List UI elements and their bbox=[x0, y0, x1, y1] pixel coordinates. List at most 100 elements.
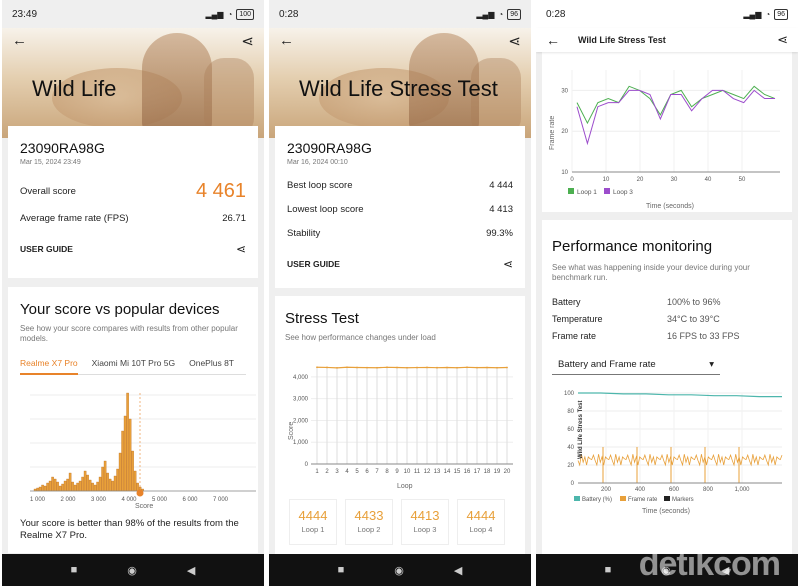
phone-screen-3: 0:28 ▂▄▆ ◔ 96 ← Wild Life Stress Test ⋖ 10… bbox=[536, 0, 798, 586]
performance-monitoring-card: Performance monitoring See what was happ… bbox=[542, 220, 792, 554]
stress-point bbox=[386, 366, 388, 369]
histogram-bar bbox=[81, 476, 84, 492]
recents-button[interactable]: ■ bbox=[338, 564, 345, 576]
legend-loop-3: Loop 3 bbox=[613, 189, 633, 196]
histogram-tick-label: 5 000 bbox=[152, 497, 168, 503]
metric-dropdown[interactable]: Battery and Frame rate ▾ bbox=[552, 355, 720, 375]
stress-point bbox=[486, 366, 488, 369]
compare-desc: See how your score compares with results… bbox=[20, 324, 238, 343]
user-guide-link[interactable]: USER GUIDE bbox=[287, 259, 340, 269]
back-arrow-icon[interactable]: ← bbox=[12, 32, 27, 50]
stress-x-tick: 2 bbox=[325, 469, 329, 475]
histogram-tick-label: 2 000 bbox=[61, 497, 77, 503]
back-arrow-icon[interactable]: ← bbox=[279, 32, 294, 50]
signal-icon: ▂▄▆ bbox=[476, 9, 495, 19]
histogram-tick-label: 6 000 bbox=[183, 497, 199, 503]
stress-x-tick: 17 bbox=[474, 469, 481, 475]
loop-box[interactable]: 4433 Loop 2 bbox=[345, 499, 393, 545]
share-icon[interactable]: ⋖ bbox=[508, 32, 521, 50]
histogram-bar bbox=[56, 481, 59, 492]
pm-title: Performance monitoring bbox=[552, 238, 713, 255]
stress-x-tick: 15 bbox=[454, 469, 461, 475]
back-button[interactable]: ◀ bbox=[454, 564, 462, 577]
histogram-bar bbox=[116, 468, 119, 492]
loop-label: Loop 2 bbox=[357, 525, 381, 534]
user-guide-link[interactable]: USER GUIDE bbox=[20, 244, 73, 254]
stress-point bbox=[316, 366, 318, 369]
tab-realme-x7-pro[interactable]: Realme X7 Pro bbox=[20, 358, 78, 375]
stress-x-tick: 6 bbox=[365, 469, 369, 475]
recents-button[interactable]: ■ bbox=[71, 564, 78, 576]
loop-box[interactable]: 4444 Loop 4 bbox=[457, 499, 505, 545]
stress-point bbox=[506, 366, 508, 369]
frame-rate-y-label: Frame rate bbox=[549, 116, 556, 150]
stress-point bbox=[346, 366, 348, 369]
stress-x-tick: 3 bbox=[335, 469, 339, 475]
loop-box[interactable]: 4413 Loop 3 bbox=[401, 499, 449, 545]
battery-icon: 96 bbox=[507, 8, 521, 20]
histogram-bar bbox=[71, 481, 74, 492]
time-x-label: Time (seconds) bbox=[642, 508, 690, 515]
battery-value: 100% to 96% bbox=[667, 297, 721, 307]
battery-label: Battery bbox=[552, 297, 581, 307]
home-button[interactable]: ◉ bbox=[394, 564, 404, 577]
share-icon[interactable]: ⋖ bbox=[236, 242, 246, 256]
loop-label: Loop 1 bbox=[301, 525, 325, 534]
device-name: 23090RA98G bbox=[287, 140, 372, 156]
bf-x-tick: 600 bbox=[669, 487, 680, 493]
histogram-tick-label: 7 000 bbox=[213, 497, 229, 503]
stress-point bbox=[446, 366, 448, 369]
bf-x-tick: 200 bbox=[601, 487, 612, 493]
back-button[interactable]: ◀ bbox=[187, 564, 195, 577]
stress-point bbox=[366, 366, 368, 369]
overall-score-label: Overall score bbox=[20, 186, 76, 197]
result-card: 23090RA98G Mar 15, 2024 23:49 Overall sc… bbox=[8, 126, 258, 278]
fr-x-tick: 0 bbox=[570, 177, 574, 183]
back-arrow-icon[interactable]: ← bbox=[546, 32, 560, 48]
share-icon[interactable]: ⋖ bbox=[241, 32, 254, 50]
histogram-bar bbox=[121, 430, 124, 492]
tab-xiaomi-mi-10t-pro[interactable]: Xiaomi Mi 10T Pro 5G bbox=[92, 358, 175, 368]
loop-label: Loop 3 bbox=[413, 525, 437, 534]
fps-label: Average frame rate (FPS) bbox=[20, 213, 129, 224]
bf-x-tick: 800 bbox=[703, 487, 714, 493]
app-bar: ← Wild Life Stress Test ⋖ bbox=[536, 28, 798, 52]
bf-y-tick: 80 bbox=[567, 409, 574, 415]
histogram-chart: 1 000 2 000 3 000 4 000 5 000 6 000 7 000 Scor… bbox=[30, 392, 256, 510]
stress-x-tick: 10 bbox=[404, 469, 411, 475]
histogram-tick-label: 3 000 bbox=[91, 497, 107, 503]
histogram-tick-label: 1 000 bbox=[30, 497, 46, 503]
wifi-icon: ◔ bbox=[498, 9, 504, 19]
share-icon[interactable]: ⋖ bbox=[503, 257, 513, 271]
share-icon[interactable]: ⋖ bbox=[777, 32, 788, 48]
loop-box[interactable]: 4444 Loop 1 bbox=[289, 499, 337, 545]
fr-x-tick: 20 bbox=[637, 177, 644, 183]
stress-x-tick: 9 bbox=[395, 469, 399, 475]
fr-y-tick: 20 bbox=[561, 129, 568, 135]
stress-point bbox=[396, 366, 398, 369]
histogram-bar bbox=[48, 480, 52, 492]
histogram-bar bbox=[88, 479, 92, 492]
histogram-bar bbox=[51, 476, 54, 492]
stress-score-line bbox=[316, 366, 508, 369]
frame-rate-label: Frame rate bbox=[552, 331, 597, 341]
legend-markers: Markers bbox=[672, 497, 694, 503]
stress-y-tick: 3,000 bbox=[293, 397, 309, 403]
system-nav-bar: ■ ◉ ◀ bbox=[269, 554, 531, 586]
histogram-bar bbox=[76, 482, 79, 492]
result-date: Mar 15, 2024 23:49 bbox=[20, 159, 81, 166]
compare-card: Your score vs popular devices See how yo… bbox=[8, 287, 258, 553]
histogram-bar bbox=[126, 392, 129, 492]
tab-oneplus-8t[interactable]: OnePlus 8T bbox=[189, 358, 234, 368]
recents-button[interactable]: ■ bbox=[605, 564, 612, 576]
stress-point bbox=[356, 366, 358, 369]
histogram-bar bbox=[98, 476, 102, 492]
histogram-bar bbox=[136, 482, 139, 492]
fr-x-tick: 30 bbox=[671, 177, 678, 183]
histogram-bar bbox=[61, 483, 64, 492]
frame-rate-value: 16 FPS to 33 FPS bbox=[667, 331, 740, 341]
stress-point bbox=[456, 366, 458, 369]
app-bar-title: Wild Life Stress Test bbox=[578, 35, 666, 45]
home-button[interactable]: ◉ bbox=[127, 564, 137, 577]
result-summary: Your score is better than 98% of the res… bbox=[20, 518, 239, 541]
